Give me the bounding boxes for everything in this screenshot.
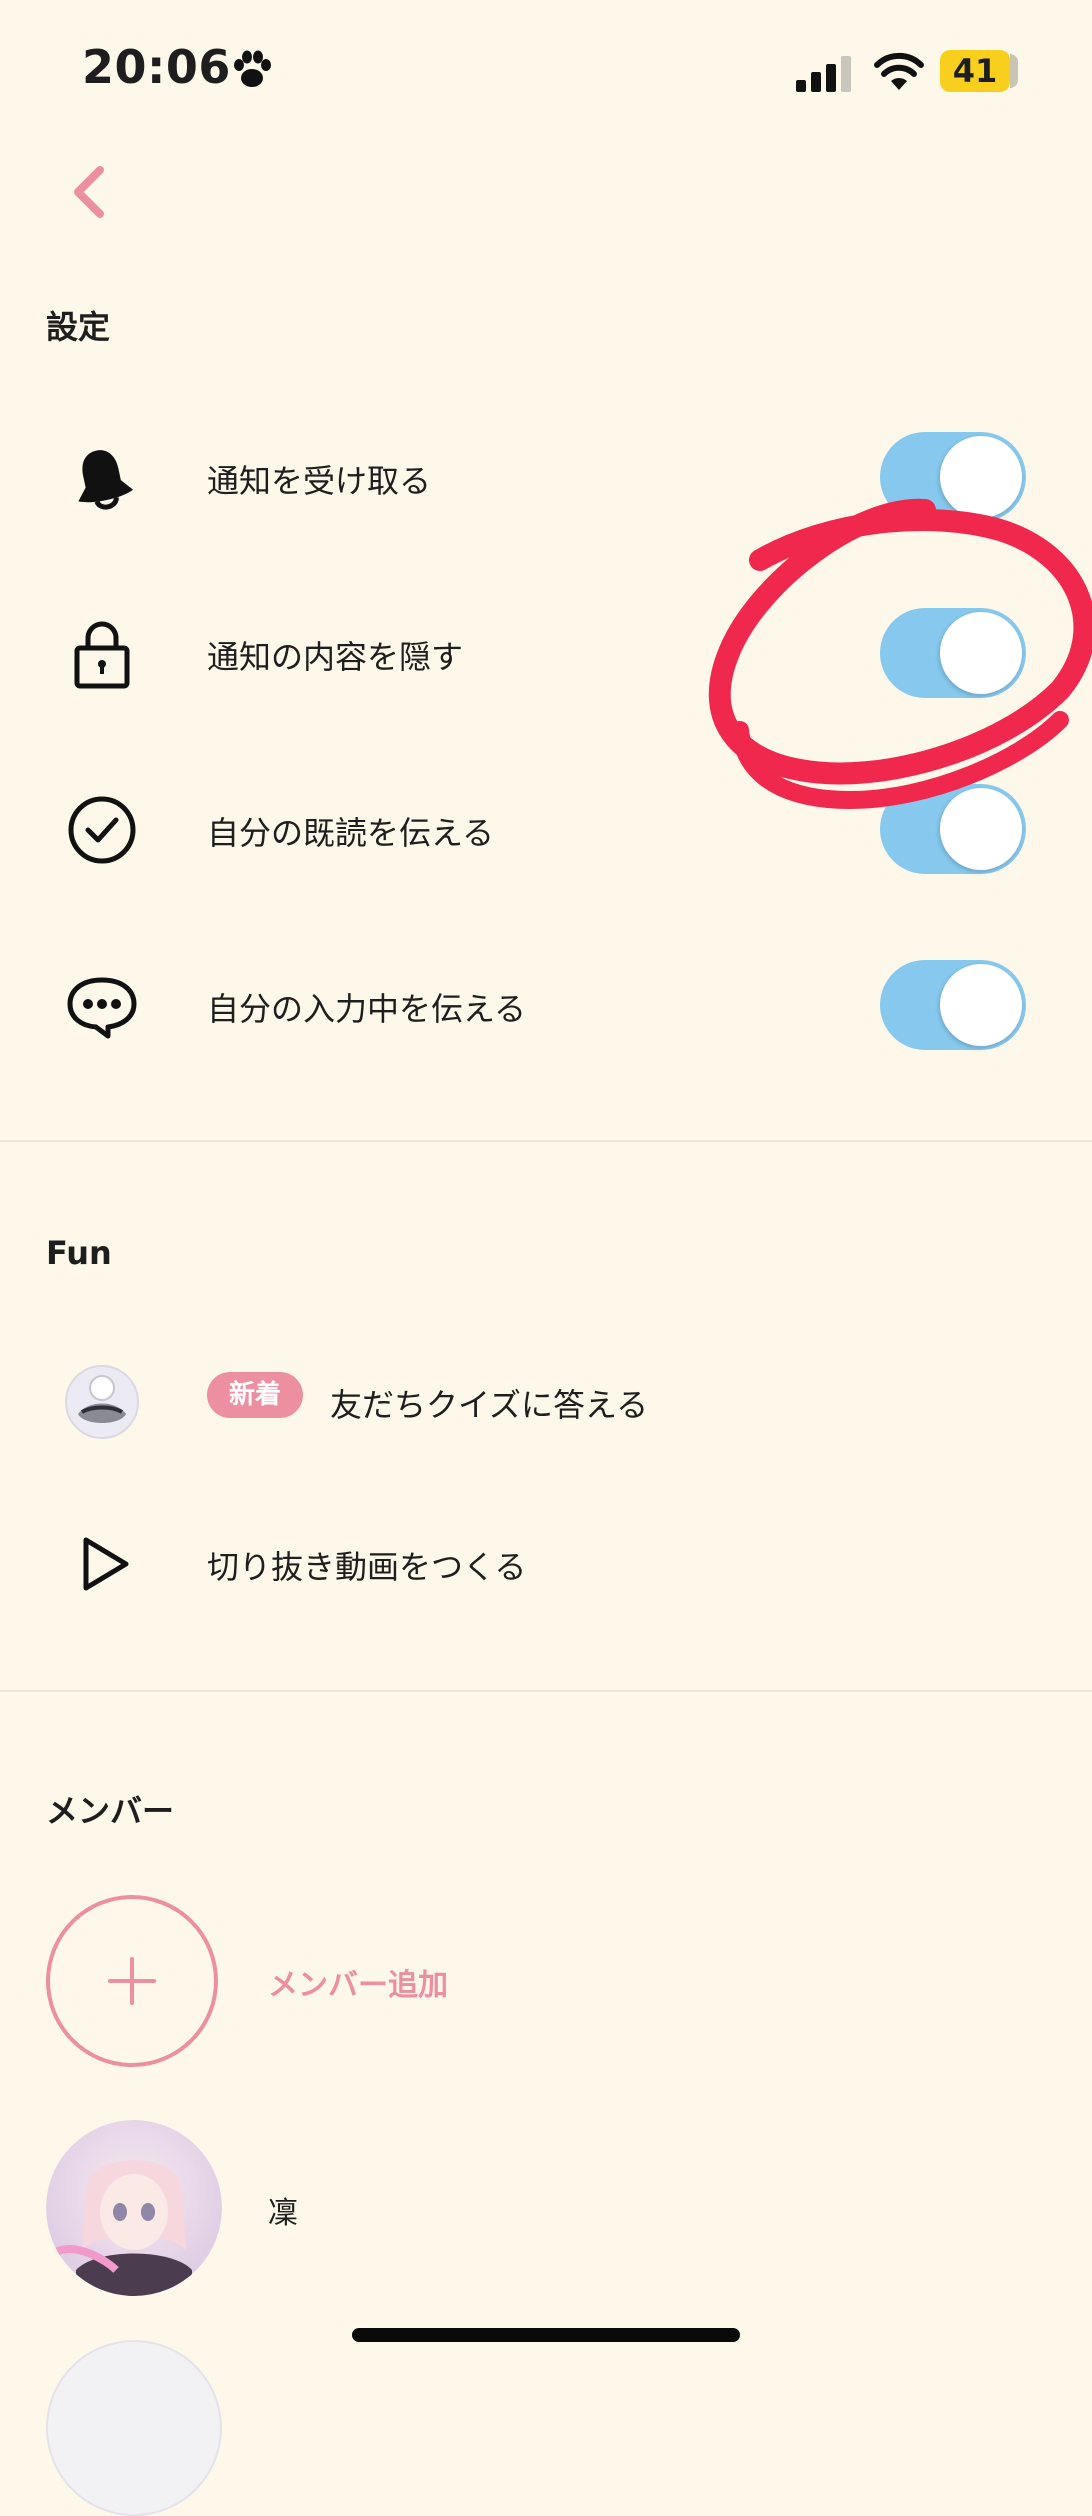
members-section-title: メンバー — [46, 1792, 175, 1830]
setting-row-read-receipts: 自分の既読を伝える — [0, 770, 1092, 890]
signal-icon — [796, 56, 851, 92]
add-member-button[interactable] — [46, 1895, 218, 2067]
section-divider — [0, 1140, 1092, 1142]
settings-section-title: 設定 — [46, 308, 111, 346]
add-member-label[interactable]: メンバー追加 — [268, 1960, 448, 2004]
toggle-knob — [940, 964, 1022, 1046]
quiz-thumbnail — [65, 1365, 139, 1439]
wifi-icon — [874, 52, 924, 90]
home-indicator[interactable] — [352, 2328, 740, 2342]
toggle-knob — [940, 612, 1022, 694]
member-name[interactable]: 凜 — [268, 2188, 298, 2232]
toggle-knob — [940, 788, 1022, 870]
toggle-receive-notifications[interactable] — [880, 432, 1026, 522]
setting-row-typing-indicator: 自分の入力中を伝える — [0, 946, 1092, 1066]
setting-row-hide-content: 通知の内容を隠す — [0, 594, 1092, 714]
quiz-label: 友だちクイズに答える — [330, 1386, 649, 1424]
new-badge: 新着 — [207, 1372, 304, 1418]
fun-row-clip-video[interactable]: 切り抜き動画をつくる — [0, 1504, 1092, 1624]
fun-section-title: Fun — [46, 1234, 112, 1272]
play-icon — [83, 1537, 129, 1591]
toggle-read-receipts[interactable] — [880, 784, 1026, 874]
setting-label: 通知の内容を隠す — [207, 638, 464, 676]
battery-tip — [1010, 54, 1018, 88]
setting-label: 通知を受け取る — [207, 462, 432, 500]
setting-label: 自分の既読を伝える — [207, 814, 495, 852]
status-time: 20:06 — [82, 40, 231, 94]
member-avatar[interactable] — [46, 2340, 222, 2516]
toggle-typing-indicator[interactable] — [880, 960, 1026, 1050]
section-divider — [0, 1690, 1092, 1692]
setting-row-receive-notifications: 通知を受け取る — [0, 418, 1092, 538]
lock-icon — [74, 621, 130, 689]
setting-label: 自分の入力中を伝える — [207, 990, 527, 1028]
clip-label: 切り抜き動画をつくる — [207, 1548, 527, 1586]
bell-icon — [78, 450, 134, 510]
toggle-knob — [940, 436, 1022, 518]
plus-icon — [108, 1957, 156, 2005]
chevron-left-icon[interactable] — [60, 160, 116, 224]
member-avatar[interactable] — [46, 2120, 222, 2296]
battery-percentage: 41 — [952, 52, 998, 90]
toggle-hide-content[interactable] — [880, 608, 1026, 698]
paw-icon — [234, 50, 271, 87]
check-circle-icon — [68, 796, 136, 864]
battery-icon: 41 — [940, 50, 1018, 92]
fun-row-friend-quiz[interactable]: 新着 友だちクイズに答える — [0, 1342, 1092, 1462]
chat-bubble-icon — [67, 977, 137, 1039]
